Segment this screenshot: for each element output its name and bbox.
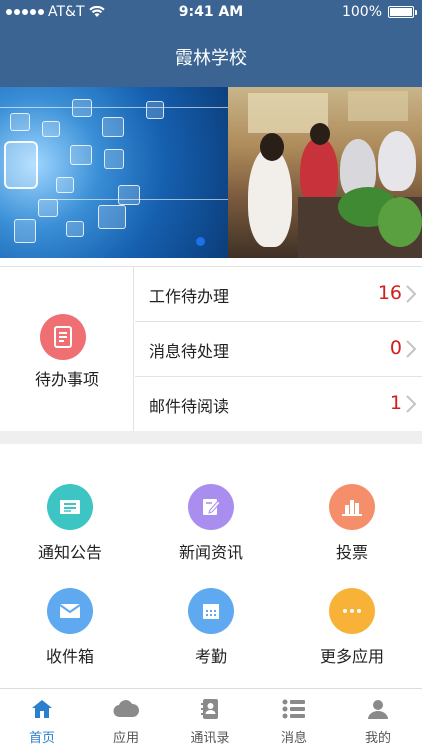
banner-slide-tech <box>0 87 228 258</box>
todo-row-mail[interactable]: 邮件待阅读 1 <box>135 377 422 432</box>
app-label: 收件箱 <box>45 647 94 666</box>
home-icon <box>29 697 55 721</box>
user-icon <box>365 697 391 721</box>
tab-label: 消息 <box>280 731 307 746</box>
app-news[interactable]: 新闻资讯 <box>141 484 281 584</box>
todo-row-count: 1 <box>389 392 402 414</box>
status-right: 100% <box>341 4 417 20</box>
vote-chart-icon <box>329 484 375 530</box>
todo-icon <box>40 314 86 360</box>
page-title: 霞林学校 <box>175 48 247 69</box>
tab-messages[interactable]: 消息 <box>252 689 336 750</box>
todo-row-messages[interactable]: 消息待处理 0 <box>135 322 422 377</box>
app-grid: 通知公告 新闻资讯 投票 收件箱 考勤 更多应用 <box>0 444 422 688</box>
todo-row-label: 消息待处理 <box>149 342 230 361</box>
calendar-icon <box>188 588 234 634</box>
section-divider <box>0 431 422 444</box>
tab-label: 应用 <box>112 731 139 746</box>
tab-contacts[interactable]: 通讯录 <box>168 689 252 750</box>
app-more[interactable]: 更多应用 <box>282 588 422 688</box>
tab-home[interactable]: 首页 <box>0 689 84 750</box>
tab-apps[interactable]: 应用 <box>84 689 168 750</box>
list-icon <box>281 697 307 721</box>
app-header: AT&T 9:41 AM 100% 霞林学校 <box>0 0 422 87</box>
todo-row-label: 邮件待阅读 <box>149 397 230 416</box>
mail-icon <box>47 588 93 634</box>
todo-row-label: 工作待办理 <box>149 287 230 306</box>
todo-row-count: 16 <box>377 282 402 304</box>
todo-summary[interactable]: 待办事项 <box>0 267 134 432</box>
more-icon <box>329 588 375 634</box>
todo-section: 待办事项 工作待办理 16 消息待处理 0 邮件待阅读 1 <box>0 266 422 432</box>
app-notice[interactable]: 通知公告 <box>0 484 140 584</box>
app-label: 通知公告 <box>37 543 102 562</box>
app-inbox[interactable]: 收件箱 <box>0 588 140 688</box>
app-vote[interactable]: 投票 <box>282 484 422 584</box>
chevron-right-icon <box>406 285 417 303</box>
tab-profile[interactable]: 我的 <box>336 689 420 750</box>
battery-icon <box>388 6 417 18</box>
tab-bar: 首页 应用 通讯录 消息 我的 <box>0 688 422 750</box>
chevron-right-icon <box>406 340 417 358</box>
app-label: 新闻资讯 <box>178 543 243 562</box>
status-bar: AT&T 9:41 AM 100% <box>0 0 422 26</box>
tab-label: 我的 <box>364 731 391 746</box>
cloud-icon <box>113 697 139 721</box>
app-label: 更多应用 <box>319 647 384 666</box>
todo-row-count: 0 <box>389 337 402 359</box>
banner-carousel[interactable] <box>0 87 422 258</box>
notice-icon <box>47 484 93 530</box>
app-attendance[interactable]: 考勤 <box>141 588 281 688</box>
contacts-icon <box>197 697 223 721</box>
todo-title: 待办事项 <box>34 370 99 389</box>
chevron-right-icon <box>406 395 417 413</box>
todo-row-work[interactable]: 工作待办理 16 <box>135 267 422 322</box>
news-icon <box>188 484 234 530</box>
battery-percent: 100% <box>341 4 382 20</box>
tab-label: 通讯录 <box>190 731 230 746</box>
cloud-icon <box>4 141 38 189</box>
banner-slide-meeting <box>228 87 422 258</box>
carousel-indicator[interactable] <box>196 237 205 246</box>
tab-label: 首页 <box>28 731 55 746</box>
app-label: 投票 <box>335 543 368 562</box>
app-label: 考勤 <box>194 647 227 666</box>
